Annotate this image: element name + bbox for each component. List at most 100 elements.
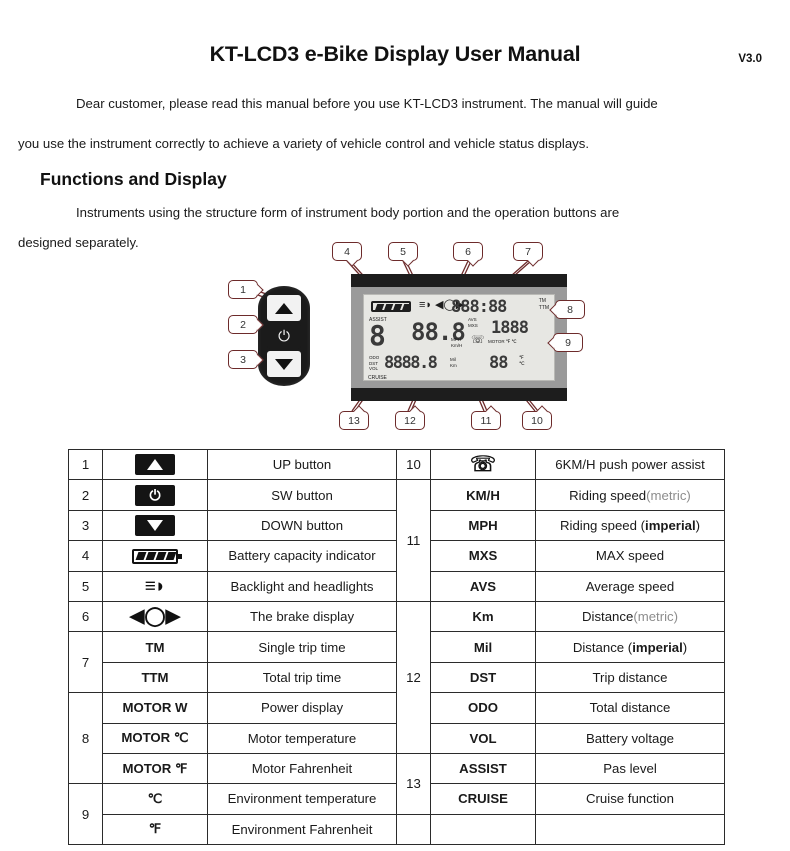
celsius-label: ℃ [519, 361, 525, 367]
row-number: 11 [396, 479, 431, 602]
row-symbol: MOTOR ℃ [102, 722, 208, 754]
triangle-up-icon [275, 302, 293, 314]
row-description: Single trip time [207, 631, 397, 663]
row-symbol: ASSIST [430, 752, 536, 785]
up-button-icon [135, 454, 175, 476]
intro-paragraph-1: Dear customer, please read this manual b… [76, 96, 658, 111]
callout-6: 6 [453, 242, 483, 261]
row-number: 3 [68, 509, 103, 542]
product-diagram: 1 2 3 4 5 6 7 8 9 10 11 12 13 ⏻ ≡◗ ◀◯▶ 8… [0, 238, 790, 430]
mil-label: Mil [450, 357, 456, 362]
lcd-bezel-top [351, 274, 567, 287]
row-number: 7 [68, 631, 103, 694]
row-number: 10 [396, 448, 431, 481]
sw-button-icon: ⏻ [135, 484, 175, 506]
row-description: Total trip time [207, 661, 397, 694]
callout-9: 9 [553, 333, 583, 352]
table-row: ℉ Environment Fahrenheit [69, 813, 725, 846]
lcd-row-distance: ODO DST VOL 8888.8 Mil Km 88 ℉ ℃ [367, 353, 551, 375]
table-row: 6 ◀◯▶ The brake display 12 Km Distance(metric… [68, 600, 725, 754]
row-symbol: KM/H [430, 479, 536, 511]
row-symbol: ≡◗ [102, 570, 208, 602]
cruise-label: CRUISE [368, 375, 387, 381]
vol-label: VOL [369, 366, 379, 371]
row-description: UP button [207, 448, 397, 481]
callout-12: 12 [395, 411, 425, 430]
walking-person-icon: ☏ [469, 453, 497, 477]
row-symbol: CRUISE [430, 783, 536, 815]
row-symbol: ◀◯▶ [102, 600, 208, 633]
row-symbol: MOTOR ℉ [102, 752, 208, 785]
row-number: 6 [68, 600, 103, 633]
document-version: V3.0 [738, 53, 762, 65]
avs-label: AVS [468, 317, 477, 322]
row-symbol: TM [102, 631, 208, 663]
row-number: 13 [396, 752, 431, 815]
row-description: Power display [207, 692, 397, 724]
callout-13: 13 [339, 411, 369, 430]
callout-8: 8 [555, 300, 585, 319]
manual-page: KT-LCD3 e-Bike Display User Manual V3.0 … [0, 42, 790, 851]
row-description: 6KM/H push power assist [535, 448, 725, 481]
row-description: Motor temperature [207, 722, 397, 754]
km-label: Km [450, 362, 457, 368]
row-description: MAX speed [535, 540, 725, 572]
section-heading: Functions and Display [40, 169, 227, 189]
row-symbol: ℃ [102, 783, 208, 815]
legend-table: 1 UP button 10 ☏ 6KM/H push power assist 2 ⏻ SW… [68, 448, 725, 846]
motor-value: 1888 [491, 318, 529, 338]
row-symbol: Km [430, 600, 536, 633]
row-description: The brake display [207, 600, 397, 633]
dst-label: DST [369, 360, 378, 366]
temperature-value: 88 [489, 353, 509, 373]
row-description: Cruise function [535, 783, 725, 815]
keypad-power-button[interactable]: ⏻ [267, 323, 301, 349]
row-description: Distance (imperial) [535, 631, 725, 663]
keypad-down-button[interactable] [267, 351, 301, 377]
row-description: Environment temperature [207, 783, 397, 815]
row-symbol [102, 540, 208, 572]
brake-icon: ◀◯▶ [129, 606, 181, 628]
tm-ttm-labels: TM TTM [539, 298, 549, 311]
battery-icon [132, 548, 182, 564]
battery-icon [371, 301, 411, 312]
triangle-down-icon [275, 358, 293, 370]
row-description: Backlight and headlights [207, 570, 397, 602]
assist-level-value: 8 [369, 319, 386, 352]
row-description: Pas level [535, 752, 725, 785]
row-number: 9 [68, 783, 103, 846]
distance-unit-labels: Mil Km [450, 357, 457, 368]
callout-11: 11 [471, 411, 501, 430]
lcd-row-main: ASSIST 8 CRUISE 88.8 MPH Km/H AVS MXS ☏ … [367, 317, 551, 381]
callout-1: 1 [228, 280, 258, 299]
mph-label: MPH [451, 337, 461, 342]
callout-7: 7 [513, 242, 543, 261]
row-description: Trip distance [535, 661, 725, 694]
callout-2: 2 [228, 315, 258, 334]
row-symbol: DST [430, 661, 536, 694]
row-number: 2 [68, 479, 103, 511]
callout-3: 3 [228, 350, 258, 369]
row-description: Riding speed(metric) [535, 479, 725, 511]
table-row: 2 ⏻ SW button 11 KM/H Riding speed(metric) [68, 479, 725, 602]
mxs-label: MXS [468, 322, 478, 328]
tm-label: TM [538, 298, 546, 304]
keypad-up-button[interactable] [267, 295, 301, 321]
row-symbol: Mil [430, 631, 536, 663]
lcd-row-status: ≡◗ ◀◯▶ 888:88 TM TTM [367, 297, 551, 317]
row-symbol: ☏ [430, 448, 536, 481]
row-description: Average speed [535, 570, 725, 602]
temperature-unit-labels: ℉ ℃ [519, 355, 525, 367]
row-description: DOWN button [207, 509, 397, 542]
row-number: 4 [68, 540, 103, 572]
table-row: MOTOR ℉ Motor Fahrenheit 13 ASSIST Pas level [69, 752, 725, 815]
row-symbol: MPH [430, 509, 536, 542]
row-number: 8 [68, 692, 103, 785]
lcd-bezel-bottom [351, 388, 567, 401]
control-keypad: ⏻ [258, 286, 310, 386]
down-button-icon [135, 514, 175, 536]
row-symbol: ⏻ [102, 479, 208, 511]
walking-person-icon: ☏ [471, 334, 485, 346]
callout-10: 10 [522, 411, 552, 430]
intro-block: Dear customer, please read this manual b… [18, 89, 762, 159]
